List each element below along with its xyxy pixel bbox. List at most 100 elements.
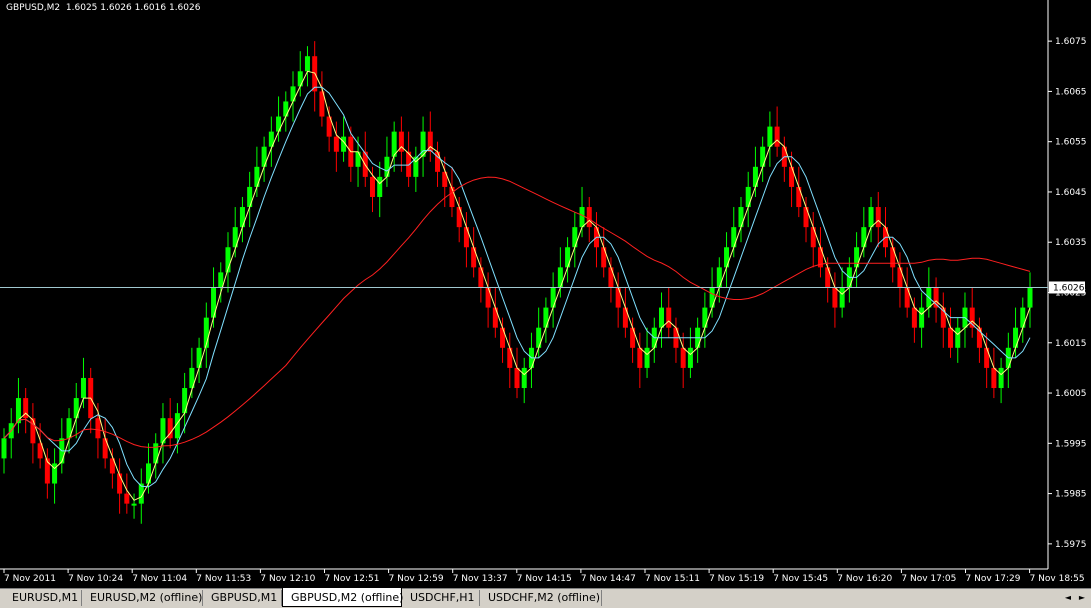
price-tick-label: 1.6045 [1055,188,1087,198]
candle-body [131,503,137,506]
candle-body [124,493,130,504]
candle-body [854,247,860,268]
candle-body [572,227,578,248]
candle-body [485,287,491,308]
time-tick-label: 7 Nov 16:20 [837,574,892,584]
price-chart[interactable]: 1.60751.60651.60551.60451.60351.60251.60… [0,0,1091,588]
candle-body [449,186,455,208]
candle-body [709,287,715,308]
candle-body [557,267,563,288]
candle-body [500,327,506,348]
candle-body [514,367,520,389]
candle-body [261,146,267,167]
candle-body [724,247,730,268]
tab-usdchf-m2-offline[interactable]: USDCHF,M2 (offline) [480,590,602,606]
candle-body [550,287,556,308]
candle-body [615,287,621,308]
tab-eurusd-m2-offline[interactable]: EURUSD,M2 (offline) [82,590,203,606]
tab-scroll-right-icon[interactable]: ► [1076,592,1088,604]
candle-body [1,438,7,459]
chart-tab-bar: EURUSD,M1 EURUSD,M2 (offline) GBPUSD,M1 … [0,588,1091,608]
time-tick-label: 7 Nov 11:04 [132,574,187,584]
chart-ohlc: 1.6025 1.6026 1.6016 1.6026 [65,3,201,13]
candle-body [543,307,549,328]
time-tick-label: 7 Nov 18:55 [1030,574,1085,584]
candle-body [825,267,831,288]
candle-body [239,207,245,228]
time-tick-label: 7 Nov 17:05 [901,574,956,584]
candle-body [948,327,954,348]
candle-body [839,287,845,308]
candle-body [463,227,469,248]
time-tick-label: 7 Nov 12:51 [325,574,380,584]
candle-body [659,307,665,328]
candle-body [507,347,513,368]
candle-body [745,186,751,208]
candle-body [810,227,816,248]
candle-body [897,267,903,288]
current-price-label: 1.6026 [1053,283,1085,293]
time-tick-label: 7 Nov 17:29 [966,574,1021,584]
candle-body [521,367,527,389]
candle-body [276,116,282,132]
time-tick-label: 7 Nov 10:24 [68,574,123,584]
price-tick-label: 1.6055 [1055,138,1087,148]
candle-body [637,347,643,368]
price-tick-label: 1.5975 [1055,540,1087,550]
tab-eurusd-m1[interactable]: EURUSD,M1 [4,590,82,606]
tab-usdchf-h1[interactable]: USDCHF,H1 [402,590,480,606]
price-tick-label: 1.5995 [1055,439,1087,449]
candle-body [153,443,159,464]
candle-body [680,347,686,368]
candle-body [608,267,614,288]
candle-body [492,307,498,328]
candle-body [875,207,881,228]
moving-average-fast [3,70,1031,501]
candle-body [738,207,744,228]
candle-body [471,247,477,268]
candle-body [80,377,86,399]
candle-body [991,367,997,389]
tab-gbpusd-m1[interactable]: GBPUSD,M1 [203,590,282,606]
candle-body [1013,327,1019,348]
candle-body [919,307,925,328]
candle-body [586,207,592,228]
candle-body [716,267,722,288]
candle-body [644,347,650,368]
time-tick-label: 7 Nov 14:47 [581,574,636,584]
candle-body [565,247,571,268]
time-tick-label: 7 Nov 15:11 [645,574,700,584]
candle-body [247,186,253,208]
candle-body [579,207,585,228]
candle-body [290,86,296,102]
candle-body [955,327,961,348]
candle-body [687,347,693,368]
candle-body [998,367,1004,389]
price-tick-label: 1.6005 [1055,389,1087,399]
time-tick-label: 7 Nov 15:19 [709,574,764,584]
candle-body [283,101,289,117]
time-tick-label: 7 Nov 2011 [4,574,56,584]
time-tick-label: 7 Nov 12:10 [260,574,315,584]
candle-body [30,418,36,444]
candle-body [369,176,375,197]
candle-body [702,307,708,328]
candle-body [333,136,339,152]
candle-body [984,347,990,368]
candle-body [254,166,260,187]
candle-body [796,186,802,208]
candle-body [304,56,310,72]
price-tick-label: 1.6065 [1055,87,1087,97]
candle-body [890,247,896,268]
tab-scroll-left-icon[interactable]: ◄ [1062,592,1074,604]
candle-body [803,207,809,228]
candle-body [478,267,484,288]
candle-body [630,327,636,348]
tab-gbpusd-m2-offline[interactable]: GBPUSD,M2 (offline) [282,588,403,607]
candle-body [666,307,672,328]
candle-body [911,307,917,328]
chart-area[interactable]: 1.6075 1.6065 1.6055 1.6045 1.6035 1.6025 1.60… [0,0,1091,588]
price-tick-label: 1.6075 [1055,37,1087,47]
time-tick-label: 7 Nov 12:59 [389,574,444,584]
candle-body [752,166,758,187]
